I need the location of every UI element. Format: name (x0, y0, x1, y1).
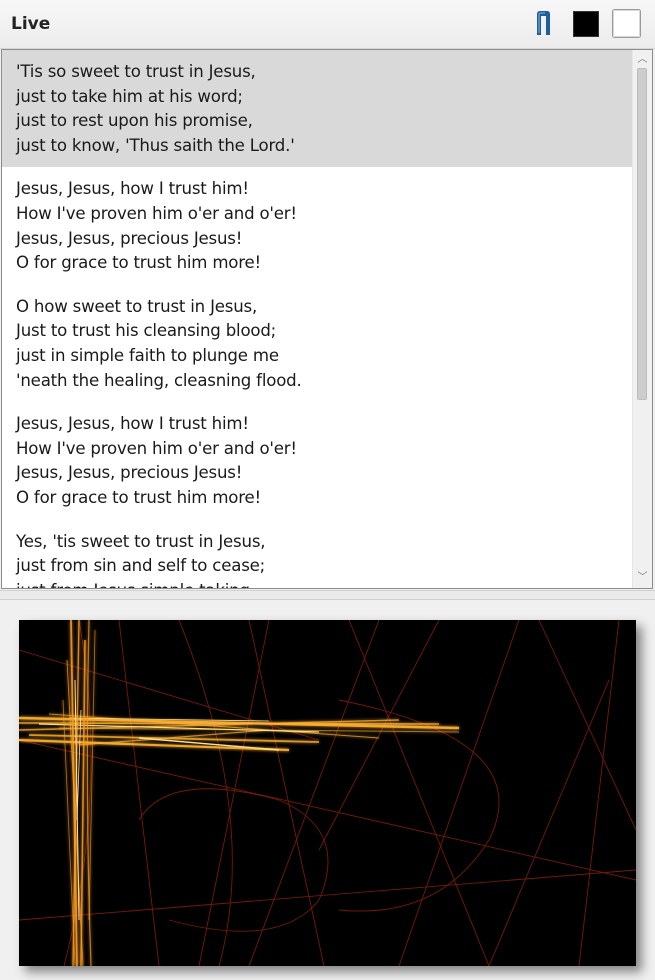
verse-line: O for grace to trust him more! (16, 487, 261, 507)
verse-line: Yes, 'tis sweet to trust in Jesus, (16, 531, 266, 551)
verse-line: O how sweet to trust in Jesus, (16, 296, 258, 316)
cross-light-streaks-background (19, 620, 636, 966)
live-header: Live (0, 0, 655, 49)
verse-item[interactable]: Yes, 'tis sweet to trust in Jesus, just f… (2, 520, 633, 589)
blank-to-logo-icon[interactable] (533, 9, 555, 41)
preview-area (0, 600, 655, 980)
live-panel: Live 'Tis so sweet to trust in Jesus, jus… (0, 0, 655, 980)
scroll-down-icon[interactable]: ﹀ (633, 570, 652, 586)
verse-line: 'Tis so sweet to trust in Jesus, (16, 62, 256, 81)
verse-line: just to know, 'Thus saith the Lord.' (16, 135, 295, 155)
verse-line: How I've proven him o'er and o'er! (16, 203, 297, 223)
verse-line: Jesus, Jesus, how I trust him! (16, 414, 249, 434)
scroll-up-icon[interactable]: ︿ (633, 52, 652, 68)
verse-item[interactable]: 'Tis so sweet to trust in Jesus, just to … (2, 50, 633, 168)
verse-item[interactable]: Jesus, Jesus, how I trust him! How I've p… (2, 167, 633, 284)
verse-line: How I've proven him o'er and o'er! (16, 438, 297, 458)
verse-line: O for grace to trust him more! (16, 253, 261, 273)
black-screen-icon[interactable] (573, 11, 599, 41)
verse-line: just in simple faith to plunge me (16, 345, 279, 365)
verse-line: Jesus, Jesus, how I trust him! (16, 179, 249, 199)
verse-line: 'neath the healing, cleasning flood. (16, 370, 302, 390)
verse-line: Just to trust his cleansing blood; (16, 321, 277, 341)
panel-title: Live (11, 14, 51, 34)
verse-item[interactable]: Jesus, Jesus, how I trust him! How I've p… (2, 402, 633, 519)
verse-line: just to rest upon his promise, (16, 111, 253, 131)
verse-line: just from sin and self to cease; (16, 556, 266, 576)
verse-list: 'Tis so sweet to trust in Jesus, just to … (2, 50, 633, 588)
verse-line: Jesus, Jesus, precious Jesus! (16, 228, 243, 248)
lyrics-listbox[interactable]: 'Tis so sweet to trust in Jesus, just to … (1, 49, 653, 589)
verse-item[interactable]: O how sweet to trust in Jesus, Just to tr… (2, 285, 633, 402)
panel-splitter[interactable] (0, 590, 655, 600)
white-screen-icon[interactable] (611, 8, 643, 44)
vertical-scrollbar[interactable]: ︿ ﹀ (632, 50, 652, 588)
verse-line: just to take him at his word; (16, 86, 243, 106)
verse-line: Jesus, Jesus, precious Jesus! (16, 463, 243, 483)
scroll-thumb[interactable] (637, 68, 647, 400)
verse-line: just from Jesus simple taking (16, 579, 619, 588)
live-preview-screen (19, 620, 636, 966)
